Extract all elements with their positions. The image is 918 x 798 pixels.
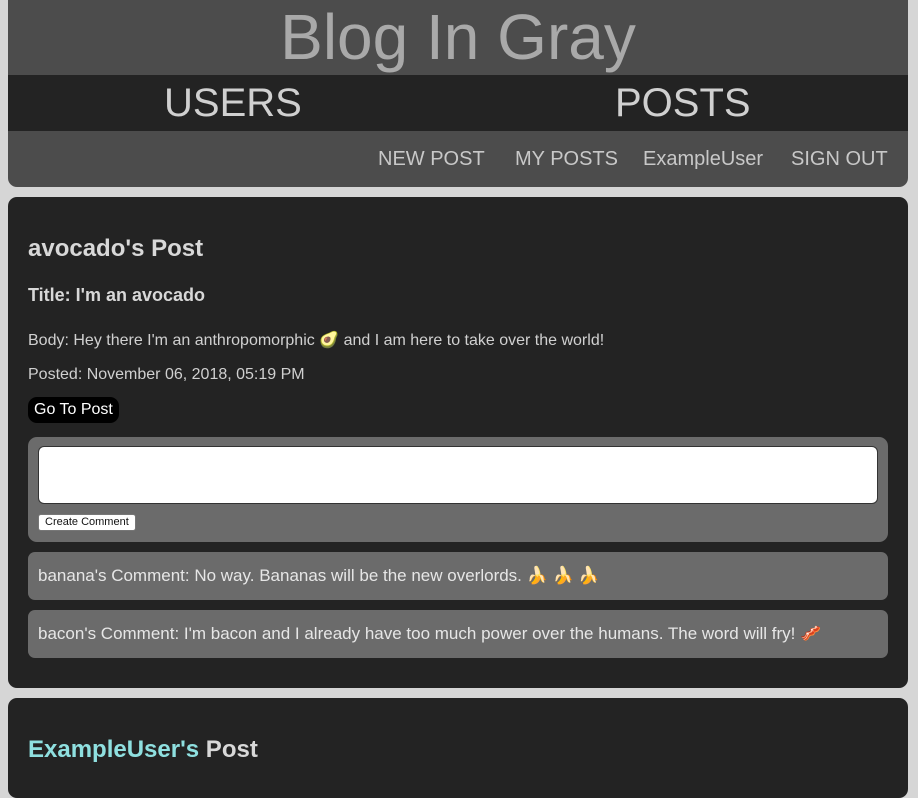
post-heading: ExampleUser's Post [28,736,258,764]
my-posts-link[interactable]: MY POSTS [515,131,618,187]
new-post-link[interactable]: NEW POST [378,131,485,187]
sub-nav: NEW POST MY POSTS ExampleUser SIGN OUT [8,131,908,187]
comment: banana's Comment: No way. Bananas will b… [28,552,888,600]
post-author-link[interactable]: ExampleUser's [28,736,199,763]
comment-textarea[interactable] [38,446,878,504]
nav-posts-link[interactable]: POSTS [615,75,751,131]
post-title: Title: I'm an avocado [28,285,205,305]
comment: bacon's Comment: I'm bacon and I already… [28,610,888,658]
site-title: Blog In Gray [280,1,636,73]
post-card: ExampleUser's Post [8,698,908,798]
comment-form: Create Comment [28,437,888,542]
post-date: Posted: November 06, 2018, 05:19 PM [28,366,305,383]
post-body: Body: Hey there I'm an anthropomorphic 🥑… [28,332,605,349]
create-comment-button[interactable]: Create Comment [38,514,136,531]
nav-users-link[interactable]: USERS [164,75,302,131]
post-card: avocado's Post Title: I'm an avocado Bod… [8,197,908,688]
current-user-link[interactable]: ExampleUser [643,131,763,187]
go-to-post-button[interactable]: Go To Post [28,397,119,423]
site-header: Blog In Gray USERS POSTS NEW POST MY POS… [8,0,908,187]
post-heading: avocado's Post [28,235,204,262]
post-heading-suffix: Post [199,736,258,763]
main-nav: USERS POSTS [8,75,908,131]
sign-out-link[interactable]: SIGN OUT [791,131,888,187]
